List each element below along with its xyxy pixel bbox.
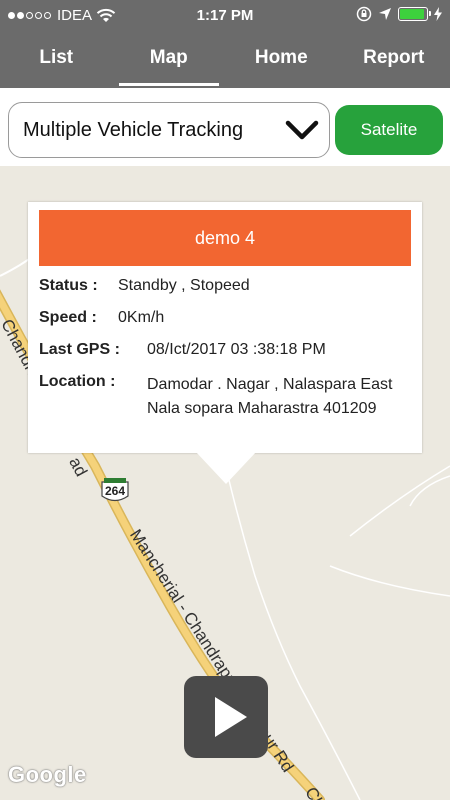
highway-shield: 264	[100, 478, 130, 504]
rotation-lock-icon	[356, 6, 372, 22]
last-gps-value: 08/Ict/2017 03 :38:18 PM	[147, 341, 326, 358]
speed-value: 0Km/h	[118, 309, 165, 326]
google-attribution: Google	[8, 762, 87, 787]
location-arrow-icon	[379, 8, 391, 20]
charging-icon	[434, 7, 442, 21]
status-bar: IDEA 1:17 PM	[0, 0, 450, 32]
vehicle-info-popup: demo 4 Status : Standby , Stopeed Speed …	[28, 202, 422, 453]
vehicle-name-header: demo 4	[39, 210, 411, 266]
tab-home[interactable]: Home	[225, 32, 338, 88]
location-line-2: Nala sopara Maharastra 401209	[147, 400, 377, 417]
status-value: Standby , Stopeed	[118, 277, 250, 294]
tab-report[interactable]: Report	[338, 32, 450, 88]
map-controls: Multiple Vehicle Tracking Satelite	[0, 88, 450, 166]
play-button[interactable]	[184, 676, 268, 758]
location-line-1: Damodar . Nagar , Nalaspara East	[147, 376, 393, 393]
satellite-button[interactable]: Satelite	[335, 105, 443, 155]
location-label: Location :	[39, 373, 116, 390]
last-gps-label: Last GPS :	[39, 341, 120, 358]
status-bar-right	[356, 6, 442, 22]
tab-list[interactable]: List	[0, 32, 113, 88]
tracking-mode-value: Multiple Vehicle Tracking	[23, 119, 244, 141]
tab-bar: List Map Home Report	[0, 32, 450, 88]
battery-icon	[398, 7, 431, 21]
chevron-down-icon	[285, 120, 319, 140]
highway-number: 264	[104, 484, 126, 498]
popup-pointer	[196, 452, 256, 484]
tab-map[interactable]: Map	[113, 32, 226, 88]
status-label: Status :	[39, 277, 98, 294]
play-icon	[215, 697, 247, 737]
speed-label: Speed :	[39, 309, 97, 326]
tracking-mode-select[interactable]: Multiple Vehicle Tracking	[8, 102, 330, 158]
